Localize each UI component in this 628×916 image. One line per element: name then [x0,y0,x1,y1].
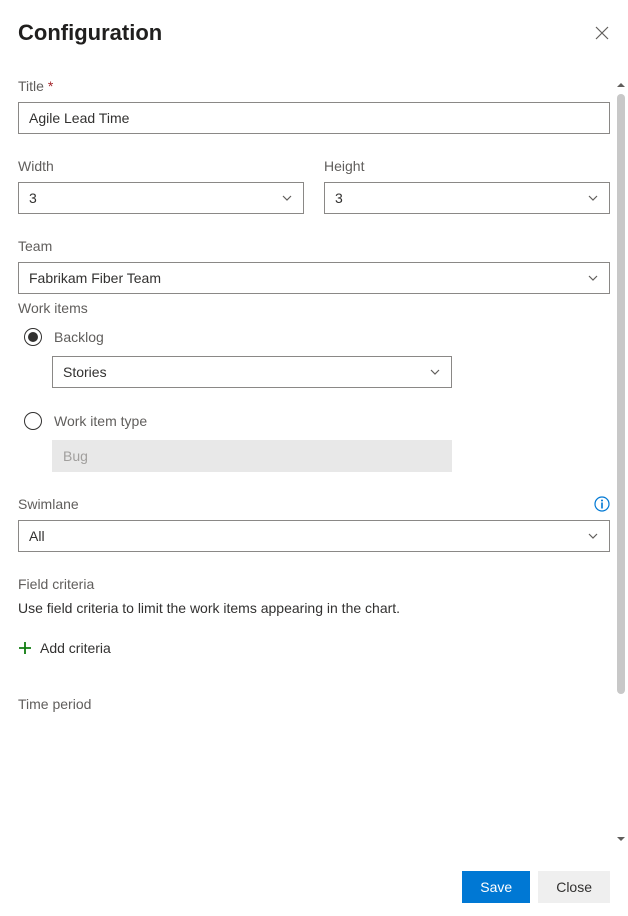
swimlane-header: Swimlane [18,496,610,512]
team-select[interactable]: Fabrikam Fiber Team [18,262,610,294]
work-item-type-radio-label: Work item type [54,413,147,429]
backlog-radio-row: Backlog [18,328,610,346]
work-items-label: Work items [18,300,610,316]
backlog-radio-label: Backlog [54,329,104,345]
team-value: Fabrikam Fiber Team [29,270,161,286]
required-marker: * [48,78,53,94]
scroll-down-icon[interactable] [616,834,626,844]
close-button[interactable]: Close [538,871,610,903]
info-icon[interactable] [594,496,610,512]
backlog-select[interactable]: Stories [52,356,452,388]
work-item-type-value: Bug [63,448,88,464]
swimlane-select[interactable]: All [18,520,610,552]
field-criteria-help: Use field criteria to limit the work ite… [18,600,610,616]
work-item-type-select: Bug [52,440,452,472]
save-button[interactable]: Save [462,871,530,903]
field-criteria-label: Field criteria [18,576,610,592]
work-item-type-radio[interactable] [24,412,42,430]
team-label: Team [18,238,610,254]
height-value: 3 [335,190,343,206]
scroll-up-icon[interactable] [616,80,626,90]
time-period-label: Time period [18,696,610,712]
chevron-down-icon [281,192,293,204]
close-icon[interactable] [594,25,610,41]
backlog-radio[interactable] [24,328,42,346]
configuration-panel: Configuration Title * Width 3 Height 3 T… [0,0,628,856]
add-criteria-button[interactable]: Add criteria [18,640,610,656]
chevron-down-icon [429,366,441,378]
swimlane-value: All [29,528,45,544]
title-field-group: Title * [18,78,610,134]
panel-title: Configuration [18,20,162,46]
chevron-down-icon [587,272,599,284]
chevron-down-icon [587,530,599,542]
height-label: Height [324,158,610,174]
add-criteria-label: Add criteria [40,640,111,656]
height-select[interactable]: 3 [324,182,610,214]
width-select[interactable]: 3 [18,182,304,214]
width-label: Width [18,158,304,174]
height-field-group: Height 3 [324,158,610,214]
width-value: 3 [29,190,37,206]
team-field-group: Team Fabrikam Fiber Team [18,238,610,294]
swimlane-label: Swimlane [18,496,79,512]
scrollbar-thumb[interactable] [617,94,625,694]
title-label: Title * [18,78,610,94]
title-input[interactable] [18,102,610,134]
plus-icon [18,641,32,655]
panel-footer: Save Close [0,858,628,916]
dimensions-row: Width 3 Height 3 [18,158,610,214]
title-label-text: Title [18,78,44,94]
chevron-down-icon [587,192,599,204]
width-field-group: Width 3 [18,158,304,214]
scrollbar[interactable] [616,84,626,840]
panel-header: Configuration [18,20,610,46]
work-item-type-radio-row: Work item type [18,412,610,430]
backlog-value: Stories [63,364,107,380]
